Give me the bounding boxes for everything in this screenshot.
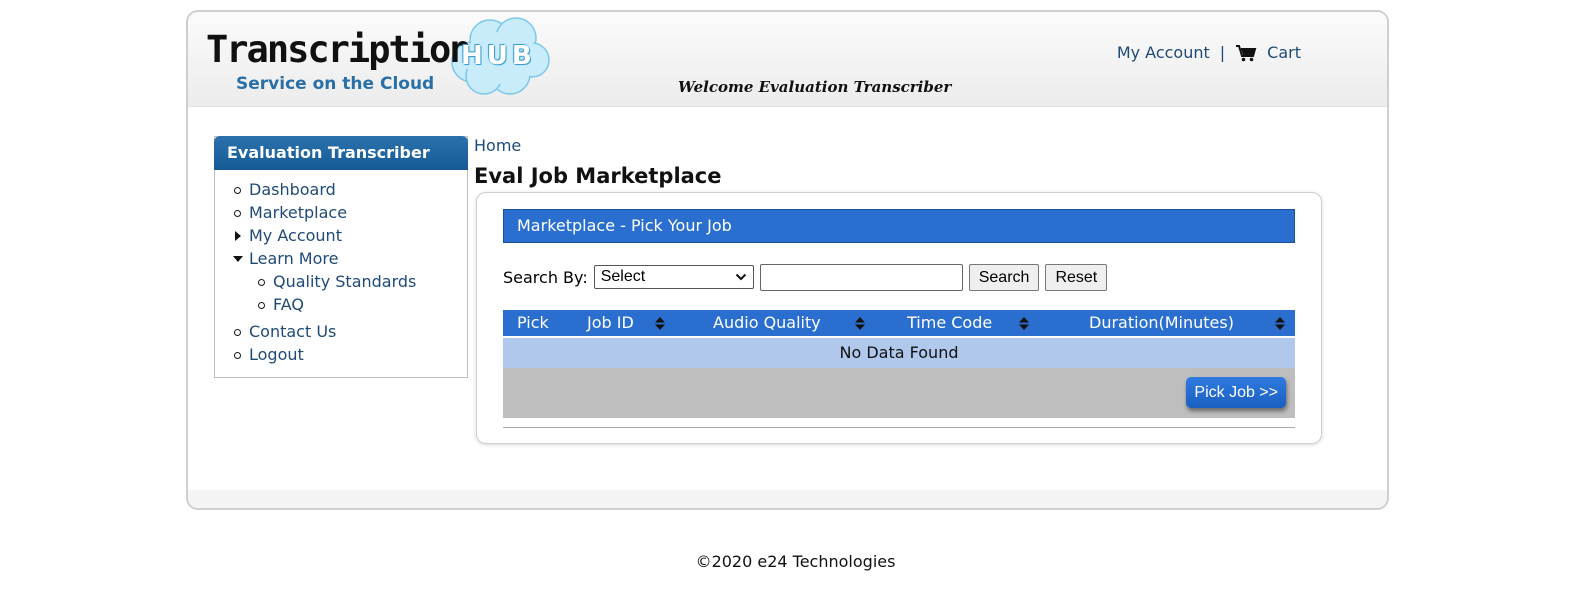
learn-more-submenu-wrap: Quality Standards FAQ (233, 270, 467, 320)
logo-wordmark: Transcription (206, 28, 472, 71)
search-input[interactable] (759, 263, 963, 291)
logo-badge: HUB (461, 41, 536, 71)
column-header-duration[interactable]: Duration(Minutes) (1089, 310, 1234, 336)
sort-icon[interactable] (655, 317, 665, 330)
column-header-audio-quality[interactable]: Audio Quality (713, 310, 821, 336)
divider (503, 427, 1295, 428)
sidebar-item-my-account[interactable]: My Account (233, 224, 467, 247)
sidebar-menu: Dashboard Marketplace My Account Learn M… (215, 178, 467, 366)
panel-title: Marketplace - Pick Your Job (503, 209, 1295, 243)
page-frame: Transcription HUB Service on the Cloud W… (186, 10, 1389, 510)
table-footer: Pick Job >> (503, 368, 1295, 418)
marketplace-panel: Marketplace - Pick Your Job Search By: S… (476, 192, 1322, 444)
bullet-icon (234, 187, 241, 194)
cart-icon[interactable] (1235, 44, 1257, 62)
bullet-icon (234, 352, 241, 359)
sidebar-item-label[interactable]: Learn More (249, 249, 338, 268)
empty-table-message: No Data Found (503, 338, 1295, 368)
sort-icon[interactable] (855, 317, 865, 330)
cart-link[interactable]: Cart (1267, 43, 1301, 62)
search-by-select[interactable]: Select (593, 265, 754, 289)
bullet-icon (258, 302, 265, 309)
sidebar-item-label[interactable]: Contact Us (249, 322, 336, 341)
link-separator: | (1219, 43, 1226, 62)
page-title: Eval Job Marketplace (474, 164, 722, 188)
sidebar-item-logout[interactable]: Logout (233, 343, 467, 366)
top-links: My Account | Cart (1117, 43, 1301, 62)
sidebar-item-label[interactable]: Marketplace (249, 203, 347, 222)
sidebar-item-quality-standards[interactable]: Quality Standards (257, 270, 467, 293)
caret-right-icon[interactable] (235, 231, 241, 241)
caret-down-icon[interactable] (233, 256, 243, 262)
search-bar: Search By: Select Search Reset (503, 263, 1108, 291)
sidebar-item-marketplace[interactable]: Marketplace (233, 201, 467, 224)
sidebar-item-learn-more[interactable]: Learn More (233, 247, 467, 270)
welcome-message: Welcome Evaluation Transcriber (678, 78, 952, 96)
search-by-select-value: Select (600, 268, 646, 285)
sidebar-item-contact-us[interactable]: Contact Us (233, 320, 467, 343)
search-button[interactable]: Search (968, 263, 1040, 291)
pick-job-button[interactable]: Pick Job >> (1186, 377, 1286, 408)
bullet-icon (234, 210, 241, 217)
sidebar-item-dashboard[interactable]: Dashboard (233, 178, 467, 201)
bullet-icon (258, 279, 265, 286)
column-header-time-code[interactable]: Time Code (907, 310, 992, 336)
frame-bottom-bar (188, 490, 1387, 508)
sidebar-item-label[interactable]: Dashboard (249, 180, 336, 199)
breadcrumb-home[interactable]: Home (474, 136, 521, 155)
column-header-job-id[interactable]: Job ID (587, 310, 634, 336)
site-header: Transcription HUB Service on the Cloud W… (188, 12, 1387, 107)
reset-button[interactable]: Reset (1045, 263, 1108, 291)
logo[interactable]: Transcription HUB Service on the Cloud (206, 14, 550, 102)
sidebar-item-label[interactable]: Quality Standards (273, 272, 416, 291)
sidebar-item-faq[interactable]: FAQ (257, 293, 467, 316)
table-header: Pick Job ID Audio Quality Time Code Dura… (503, 310, 1295, 336)
learn-more-submenu: Quality Standards FAQ (233, 270, 467, 320)
logo-tagline: Service on the Cloud (236, 74, 435, 94)
bullet-icon (234, 329, 241, 336)
sidebar-item-label[interactable]: Logout (249, 345, 304, 364)
sort-icon[interactable] (1275, 317, 1285, 330)
sidebar: Evaluation Transcriber Dashboard Marketp… (214, 136, 468, 378)
column-header-pick: Pick (517, 313, 549, 332)
footer-copyright: ©2020 e24 Technologies (695, 552, 896, 571)
sidebar-title: Evaluation Transcriber (214, 136, 468, 170)
search-by-label: Search By: (503, 267, 588, 287)
sort-icon[interactable] (1019, 317, 1029, 330)
sidebar-item-label[interactable]: FAQ (273, 295, 304, 314)
sidebar-item-label[interactable]: My Account (249, 226, 342, 245)
my-account-link[interactable]: My Account (1117, 43, 1210, 62)
chevron-down-icon (735, 273, 746, 281)
